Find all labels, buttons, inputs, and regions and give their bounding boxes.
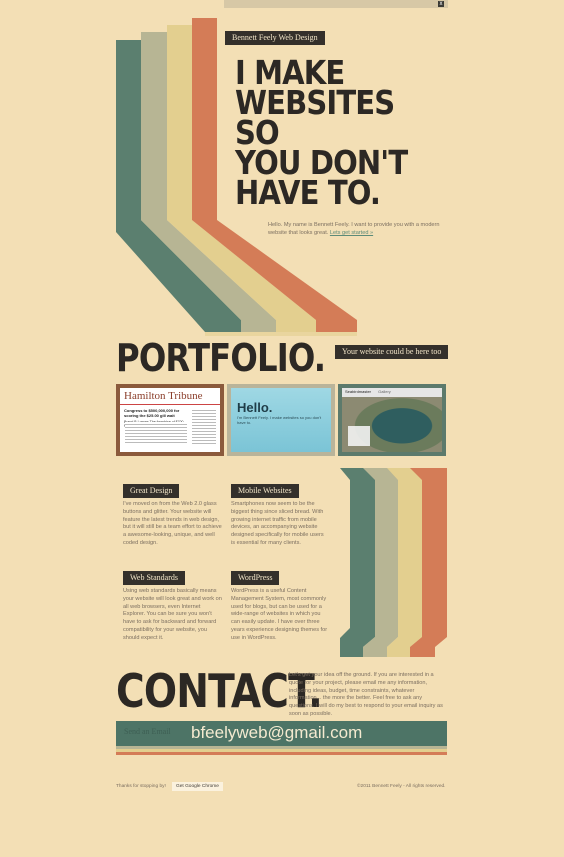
send-email-button[interactable]: Send an Email xyxy=(124,727,171,736)
contact-text: Let's get your idea off the ground. If y… xyxy=(289,672,443,717)
portfolio-item-seabird[interactable]: Seabirdmaster Gallery xyxy=(338,384,446,456)
get-started-link[interactable]: Lets get started » xyxy=(330,230,373,236)
service-great-design: Great Design I've moved on from the Web … xyxy=(123,484,222,546)
email-bar-stripes xyxy=(116,746,447,755)
email-bar: Send an Email bfeelyweb@gmail.com xyxy=(116,721,447,746)
portfolio-item-hello[interactable]: Hello. I'm Bennett Feely. I make website… xyxy=(227,384,335,456)
footer-copyright: ©2011 Bennett Feely - All rights reserve… xyxy=(357,784,446,789)
brand-label[interactable]: Bennett Feely Web Design xyxy=(225,31,325,45)
portfolio-title: PORTFOLIO. xyxy=(116,336,326,380)
get-chrome-link[interactable]: Get Google Chrome xyxy=(172,782,223,791)
portfolio-badge: Your website could be here too xyxy=(335,345,449,359)
footer-thanks: Thanks for stopping by! xyxy=(116,784,166,789)
portfolio-item-hamilton[interactable]: Hamilton Tribune Congress to $500,000,00… xyxy=(116,384,224,456)
service-wordpress: WordPress WordPress is a useful Content … xyxy=(231,571,328,641)
intro-text: Hello. My name is Bennett Feely. I want … xyxy=(268,222,440,236)
hero-headline: I MAKE WEBSITES SO YOU DON'T HAVE TO. xyxy=(235,53,408,212)
service-web-standards: Web Standards Using web standards basica… xyxy=(123,571,222,641)
retro-stripes-services xyxy=(340,468,447,657)
email-link[interactable]: bfeelyweb@gmail.com xyxy=(191,723,362,743)
service-mobile-websites: Mobile Websites Smartphones now seem to … xyxy=(231,484,324,546)
